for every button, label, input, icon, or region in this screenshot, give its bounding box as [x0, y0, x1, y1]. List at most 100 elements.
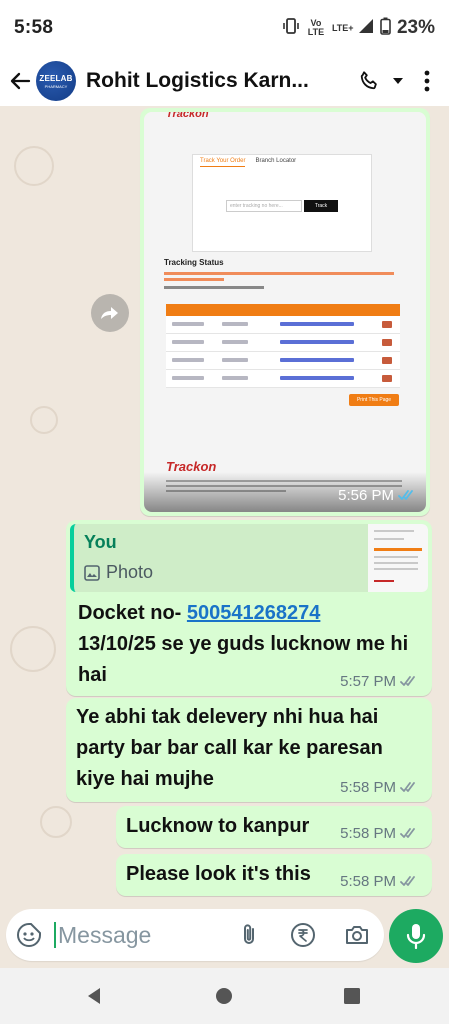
message-text: Please look it's this — [126, 863, 311, 885]
image-message[interactable]: Trackon Track Your Order Branch Locator … — [140, 108, 430, 516]
shot-input: enter tracking no here... — [226, 200, 302, 212]
menu-button[interactable] — [415, 69, 439, 93]
camera-icon — [346, 926, 368, 944]
call-button[interactable] — [357, 69, 381, 93]
status-time: 5:58 — [14, 17, 54, 38]
truck-icon — [382, 375, 392, 382]
shot-tabs: Track Your Order Branch Locator — [200, 158, 296, 167]
shot-tab-active: Track Your Order — [200, 158, 246, 167]
message-time: 5:56 PM — [338, 487, 394, 504]
status-bar: 5:58 Vo LTE LTE+ 23% — [0, 0, 449, 56]
wallpaper-doodle — [10, 626, 56, 672]
circle-home-icon — [216, 988, 232, 1004]
rupee-icon — [291, 923, 315, 947]
message-input-placeholder[interactable]: Message — [58, 922, 151, 948]
camera-button[interactable] — [344, 922, 370, 948]
image-preview[interactable]: Trackon Track Your Order Branch Locator … — [144, 112, 426, 512]
arrow-left-icon — [10, 72, 31, 90]
message-meta: 5:58 PM — [340, 825, 418, 842]
text-message[interactable]: Please look it's this 5:58 PM — [116, 854, 432, 896]
trackon-logo-top: Trackon — [166, 112, 209, 120]
shot-track-button: Track — [304, 200, 338, 212]
header-actions — [357, 69, 439, 93]
reply-text-before-link: Docket no- — [78, 602, 187, 624]
more-vertical-icon — [424, 70, 430, 92]
quote-author: You — [84, 532, 117, 552]
shot-table — [166, 304, 400, 388]
message-text: Lucknow to kanpur — [126, 815, 310, 837]
mic-icon — [406, 924, 426, 949]
status-icons: Vo LTE LTE+ 23% — [282, 17, 435, 40]
shot-table-row — [166, 352, 400, 370]
shot-tab-other: Branch Locator — [255, 158, 297, 164]
back-button[interactable] — [6, 67, 34, 95]
payment-button[interactable] — [290, 922, 316, 948]
truck-icon — [382, 321, 392, 328]
wallpaper-doodle — [40, 806, 72, 838]
chat-title[interactable]: Rohit Logistics Karn... — [86, 69, 344, 93]
quote-type: Photo — [84, 562, 153, 583]
mic-button[interactable] — [389, 909, 443, 963]
triangle-back-icon — [88, 988, 100, 1004]
quoted-message[interactable]: You Photo — [70, 524, 428, 592]
shot-section-title: Tracking Status — [164, 258, 224, 267]
message-time: 5:57 PM — [340, 673, 396, 690]
delivered-ticks-icon — [400, 782, 415, 792]
delivered-ticks-icon — [400, 676, 415, 686]
wallpaper-doodle — [14, 146, 54, 186]
text-cursor — [54, 922, 56, 948]
nav-back-button[interactable] — [84, 986, 104, 1006]
truck-icon — [382, 339, 392, 346]
shot-table-row — [166, 316, 400, 334]
volte-indicator: Vo LTE — [307, 18, 325, 37]
sticker-icon — [17, 923, 41, 947]
paperclip-icon — [244, 924, 254, 944]
shot-print-button: Print This Page — [349, 394, 399, 406]
shot-table-head — [166, 304, 400, 316]
text-message[interactable]: Ye abhi tak delevery nhi hua hai party b… — [66, 698, 432, 802]
battery-percent: 23% — [396, 17, 435, 38]
reply-message[interactable]: You Photo Docket no- 500541268274 13/10/… — [66, 520, 432, 696]
battery-icon — [380, 17, 391, 40]
image-meta: 5:56 PM — [338, 487, 416, 504]
message-input-box[interactable]: Message — [6, 909, 384, 961]
message-meta: 5:58 PM — [340, 873, 418, 890]
delivered-ticks-icon — [400, 876, 415, 886]
signal-icon — [358, 18, 374, 39]
vibrate-icon — [282, 17, 300, 40]
quote-thumbnail — [368, 524, 428, 592]
composer: Message — [0, 906, 449, 968]
chevron-down-icon — [393, 78, 403, 84]
nav-recents-button[interactable] — [342, 986, 362, 1006]
truck-icon — [382, 357, 392, 364]
message-meta: 5:58 PM — [340, 779, 418, 796]
shot-note-line — [164, 286, 264, 289]
nav-home-button[interactable] — [214, 986, 234, 1006]
avatar-subtext: PHARMACY — [44, 83, 68, 89]
shot-table-row — [166, 370, 400, 388]
shot-table-row — [166, 334, 400, 352]
delivered-ticks-icon — [400, 828, 415, 838]
quote-type-label: Photo — [106, 562, 154, 582]
chat-header: ZEELAB PHARMACY Rohit Logistics Karn... — [0, 56, 449, 106]
text-message[interactable]: Lucknow to kanpur 5:58 PM — [116, 806, 432, 848]
shot-note-lines — [164, 270, 404, 281]
wallpaper-doodle — [30, 406, 58, 434]
read-ticks-icon — [398, 490, 413, 500]
chat-area[interactable]: Trackon Track Your Order Branch Locator … — [0, 106, 449, 906]
phone-icon — [360, 71, 377, 90]
forward-icon — [101, 307, 118, 319]
photo-icon — [84, 564, 100, 581]
message-time: 5:58 PM — [340, 779, 396, 796]
call-options-dropdown[interactable] — [391, 69, 405, 93]
contact-avatar[interactable]: ZEELAB PHARMACY — [36, 61, 76, 101]
attach-button[interactable] — [236, 922, 262, 948]
network-type: LTE+ — [331, 22, 354, 33]
navigation-bar — [0, 968, 449, 1024]
sticker-button[interactable] — [16, 922, 42, 948]
tracking-screenshot: Trackon Track Your Order Branch Locator … — [144, 112, 426, 512]
docket-number-link[interactable]: 500541268274 — [187, 602, 320, 624]
avatar-text: ZEELAB — [39, 73, 73, 83]
forward-button[interactable] — [91, 294, 129, 332]
square-recents-icon — [344, 988, 360, 1004]
